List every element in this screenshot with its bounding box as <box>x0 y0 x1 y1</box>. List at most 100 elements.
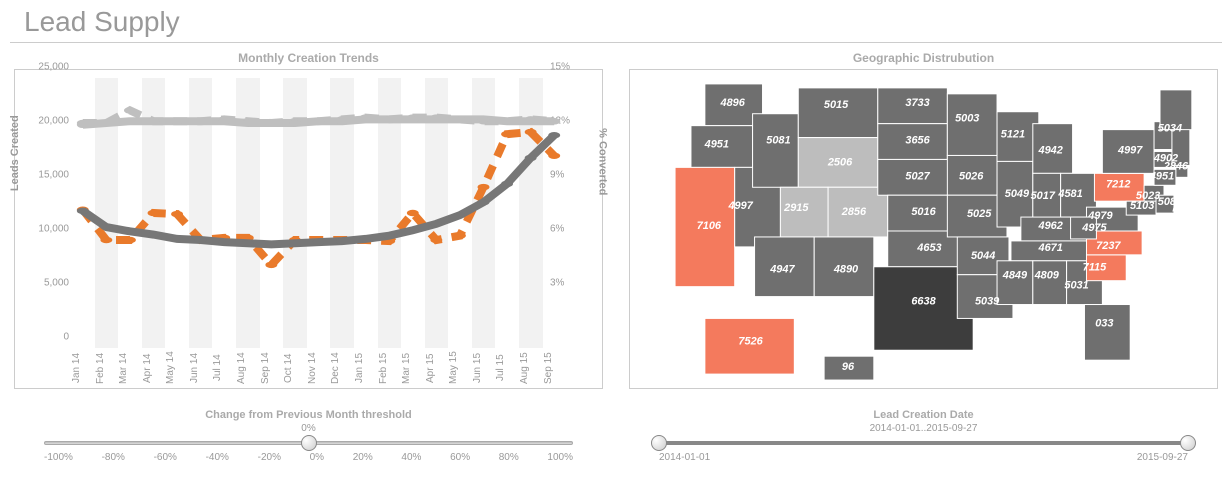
date-slider-track[interactable] <box>659 436 1188 450</box>
chart-point[interactable] <box>336 118 348 124</box>
x-tick: Mar 14 <box>118 350 142 386</box>
chart-point[interactable] <box>100 120 112 126</box>
x-tick: Nov 14 <box>307 350 331 386</box>
chart-point[interactable] <box>525 129 537 135</box>
state-TN[interactable] <box>1011 241 1092 261</box>
chart-point[interactable] <box>265 262 277 268</box>
chart-point[interactable] <box>501 181 513 187</box>
state-MD[interactable] <box>1126 201 1156 215</box>
chart-point[interactable] <box>124 237 136 243</box>
chart-point[interactable] <box>430 237 442 243</box>
state-SD[interactable] <box>878 124 948 160</box>
chart-point[interactable] <box>124 118 136 124</box>
chart-point[interactable] <box>454 116 466 122</box>
chart-point[interactable] <box>218 239 230 245</box>
chart-point[interactable] <box>289 240 301 246</box>
state-MS[interactable] <box>997 261 1033 305</box>
chart-point[interactable] <box>454 232 466 238</box>
trends-chart[interactable]: Leads Created % Converted 05,00010,00015… <box>14 69 603 389</box>
chart-point[interactable] <box>124 107 136 113</box>
chart-point[interactable] <box>383 116 395 122</box>
date-slider-handle-max[interactable] <box>1180 435 1196 451</box>
state-SC[interactable] <box>1086 255 1126 281</box>
chart-point[interactable] <box>171 236 183 242</box>
state-UT[interactable] <box>780 187 828 237</box>
chart-point[interactable] <box>525 118 537 124</box>
chart-point[interactable] <box>242 240 254 246</box>
x-tick: May 15 <box>448 350 472 386</box>
state-ME[interactable] <box>1160 90 1192 130</box>
geo-map[interactable]: 4896495171064997508150152506291528564947… <box>629 69 1218 389</box>
chart-point[interactable] <box>501 118 513 124</box>
state-NM[interactable] <box>814 237 874 297</box>
chart-point[interactable] <box>148 118 160 124</box>
chart-point[interactable] <box>407 116 419 122</box>
chart-point[interactable] <box>525 155 537 161</box>
chart-point[interactable] <box>265 120 277 126</box>
chart-point[interactable] <box>148 210 160 216</box>
y-left-tick: 5,000 <box>21 278 69 289</box>
chart-point[interactable] <box>501 131 513 137</box>
chart-point[interactable] <box>360 236 372 242</box>
chart-point[interactable] <box>336 238 348 244</box>
chart-point[interactable] <box>313 239 325 245</box>
state-FL[interactable] <box>1084 305 1130 361</box>
chart-point[interactable] <box>124 228 136 234</box>
state-WY[interactable] <box>798 138 878 188</box>
state-DE[interactable] <box>1156 195 1174 213</box>
chart-point[interactable] <box>265 241 277 247</box>
chart-point[interactable] <box>171 118 183 124</box>
chart-point[interactable] <box>195 237 207 243</box>
threshold-slider-handle[interactable] <box>301 435 317 451</box>
state-NE[interactable] <box>878 159 958 195</box>
chart-point[interactable] <box>313 118 325 124</box>
x-tick: Jan 14 <box>71 350 95 386</box>
chart-point[interactable] <box>100 224 112 230</box>
chart-point[interactable] <box>407 227 419 233</box>
state-AK[interactable] <box>705 318 794 374</box>
state-HI[interactable] <box>824 356 874 380</box>
state-OR[interactable] <box>691 126 753 168</box>
state-PA[interactable] <box>1094 173 1144 201</box>
state-CT[interactable] <box>1154 169 1176 185</box>
x-tick: May 14 <box>165 350 189 386</box>
state-AL[interactable] <box>1033 261 1067 305</box>
chart-point[interactable] <box>218 118 230 124</box>
chart-point[interactable] <box>77 208 89 214</box>
chart-point[interactable] <box>242 120 254 126</box>
state-MN[interactable] <box>947 94 997 156</box>
chart-point[interactable] <box>548 132 560 138</box>
chart-point[interactable] <box>548 153 560 159</box>
state-NY[interactable] <box>1102 130 1154 174</box>
chart-point[interactable] <box>478 199 490 205</box>
state-MI[interactable] <box>1033 124 1073 174</box>
chart-point[interactable] <box>478 184 490 190</box>
chart-point[interactable] <box>454 212 466 218</box>
chart-point[interactable] <box>430 116 442 122</box>
chart-point[interactable] <box>478 116 490 122</box>
chart-point[interactable] <box>289 120 301 126</box>
chart-point[interactable] <box>100 237 112 243</box>
chart-point[interactable] <box>148 231 160 237</box>
state-ND[interactable] <box>878 88 948 124</box>
chart-point[interactable] <box>430 221 442 227</box>
state-IA[interactable] <box>947 155 997 195</box>
chart-point[interactable] <box>383 232 395 238</box>
chart-point[interactable] <box>548 118 560 124</box>
x-tick: Feb 15 <box>378 350 402 386</box>
chart-point[interactable] <box>171 211 183 217</box>
state-WV[interactable] <box>1071 217 1097 239</box>
date-max: 2015-09-27 <box>1137 452 1188 463</box>
threshold-slider-track[interactable] <box>44 436 573 450</box>
chart-point[interactable] <box>77 122 89 128</box>
y-left-tick: 25,000 <box>21 62 69 73</box>
state-CA[interactable] <box>675 167 735 286</box>
state-MT[interactable] <box>798 88 878 138</box>
state-AZ[interactable] <box>755 237 815 297</box>
chart-point[interactable] <box>360 116 372 122</box>
state-IN[interactable] <box>1033 173 1061 223</box>
chart-point[interactable] <box>195 118 207 124</box>
chart-point[interactable] <box>407 210 419 216</box>
state-ID[interactable] <box>753 114 799 188</box>
date-slider-handle-min[interactable] <box>651 435 667 451</box>
